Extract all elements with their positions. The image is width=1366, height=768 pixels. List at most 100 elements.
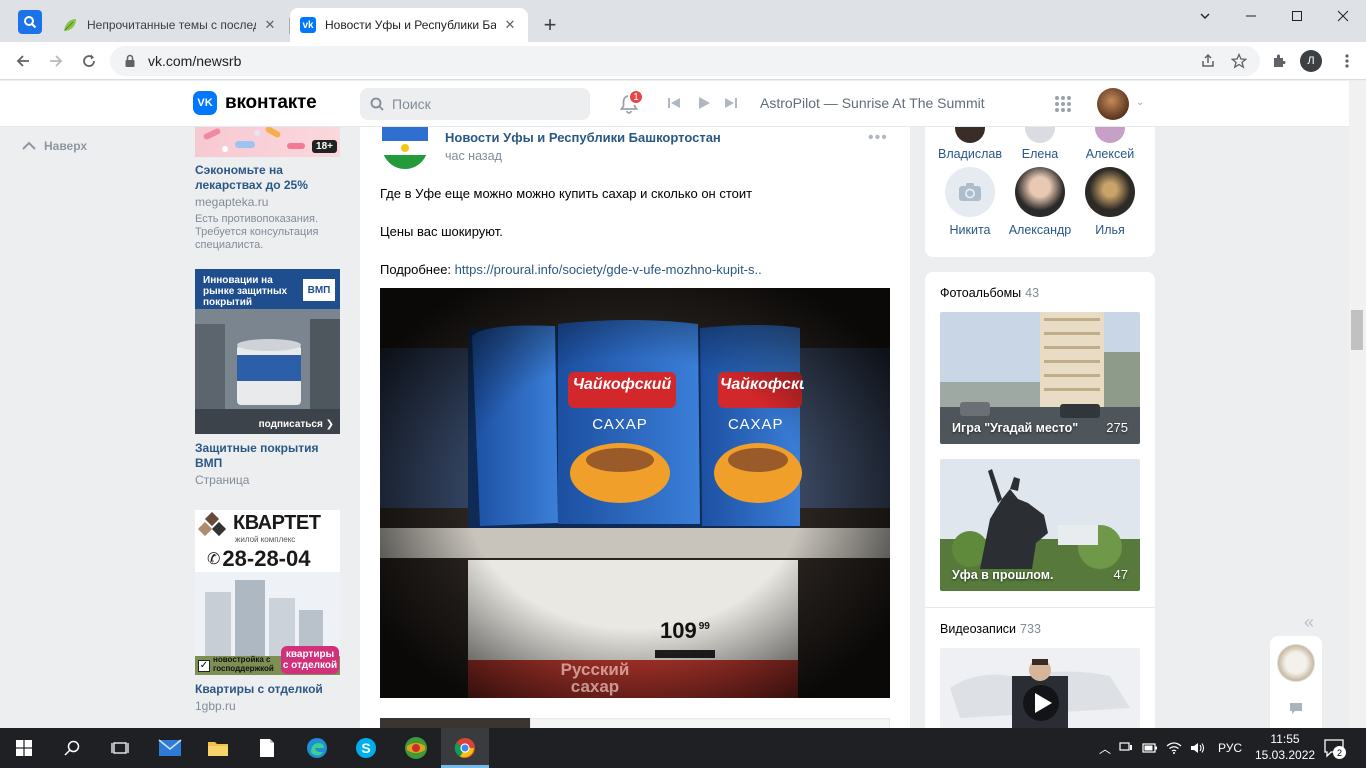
chat-bubble-icon[interactable]: [1287, 699, 1305, 717]
friend-name: Елена: [1021, 147, 1059, 161]
ad-note: новостройка с господдержкой: [213, 655, 274, 673]
friend-item[interactable]: Илья: [1075, 167, 1145, 237]
video-thumbnail[interactable]: [940, 648, 1140, 728]
ad-title[interactable]: Сэкономьте на лекарствах до 25%: [195, 163, 340, 193]
ad-coatings-image[interactable]: Инновации на рынке защитных покрытий ВМП…: [195, 269, 340, 434]
post-link[interactable]: https://proural.info/society/gde-v-ufe-m…: [455, 262, 762, 277]
page-viewport: Наверх 18+ Сэкономьте на лекарствах до 2…: [0, 81, 1366, 728]
back-arrow-icon[interactable]: [10, 48, 36, 74]
browser-window: Непрочитанные темы с последн ✕ vk Новост…: [0, 0, 1366, 728]
album-item[interactable]: Игра "Угадай место" 275: [940, 312, 1140, 444]
friend-item[interactable]: Никита: [935, 167, 1005, 237]
share-icon[interactable]: [1195, 48, 1221, 74]
user-avatar[interactable]: [1097, 88, 1129, 120]
tab-unread-topics[interactable]: Непрочитанные темы с последн ✕: [52, 8, 288, 42]
chevron-up-icon: [22, 141, 36, 150]
chat-avatar[interactable]: [1277, 644, 1315, 682]
now-playing-track[interactable]: AstroPilot — Sunrise At The Summit: [760, 95, 985, 111]
tab-vk-news[interactable]: vk Новости Уфы и Республики Баш ✕: [290, 8, 528, 42]
post-author-link[interactable]: Новости Уфы и Республики Башкортостан: [445, 130, 721, 145]
chevron-down-icon[interactable]: ⌄: [1136, 97, 1144, 108]
minimize-button[interactable]: [1228, 0, 1274, 32]
friend-item[interactable]: Владислав: [935, 127, 1005, 161]
tab-search-icon[interactable]: [18, 10, 42, 34]
chevron-down-icon[interactable]: [1182, 0, 1228, 32]
albums-label: Фотоальбомы: [940, 286, 1022, 300]
page-scrollbar[interactable]: [1349, 81, 1366, 728]
next-attachment-card[interactable]: [530, 718, 890, 728]
album-caption: Игра "Угадай место": [952, 421, 1079, 435]
next-track-icon[interactable]: [724, 96, 738, 110]
tab-strip: Непрочитанные темы с последн ✕ vk Новост…: [0, 0, 1366, 42]
vk-search-input[interactable]: Поиск: [360, 88, 590, 120]
apps-grid-icon[interactable]: [1054, 95, 1072, 113]
ad-badge-line: с отделкой: [282, 660, 338, 671]
mail-icon[interactable]: [146, 728, 194, 768]
play-icon[interactable]: [697, 96, 711, 110]
language-indicator[interactable]: РУС: [1218, 741, 1242, 755]
tab-close-icon[interactable]: ✕: [502, 17, 518, 33]
search-icon: [370, 97, 384, 111]
ad-kvartet-image[interactable]: КВАРТЕТ жилой комплекс ✆ 28-28-04 ✓ новос…: [195, 510, 340, 675]
clock-date: 15.03.2022: [1255, 748, 1316, 762]
chevron-up-icon[interactable]: ︿: [1096, 740, 1114, 757]
extensions-puzzle-icon[interactable]: [1266, 48, 1292, 74]
volume-icon[interactable]: [1186, 742, 1210, 754]
windows-start-icon[interactable]: [0, 728, 48, 768]
menu-kebab-icon[interactable]: [1334, 48, 1360, 74]
community-avatar[interactable]: [382, 127, 428, 169]
forward-arrow-icon[interactable]: [43, 48, 69, 74]
post-more-line: Подробнее: https://proural.info/society/…: [380, 262, 762, 277]
album-item[interactable]: Уфа в прошлом. 47: [940, 459, 1140, 591]
kvartet-logo-icon: [197, 512, 227, 537]
chrome-icon[interactable]: [441, 728, 489, 768]
ad-source: Страница: [195, 473, 250, 487]
scroll-to-top-link[interactable]: Наверх: [22, 139, 87, 153]
maximize-button[interactable]: [1274, 0, 1320, 32]
wifi-icon[interactable]: [1162, 742, 1186, 754]
lock-icon[interactable]: [122, 53, 138, 69]
ad-pills-image[interactable]: 18+: [195, 127, 340, 157]
skype-icon[interactable]: S: [342, 728, 390, 768]
ad-title[interactable]: Защитные покрытия ВМП: [195, 441, 340, 471]
friend-item[interactable]: Елена: [1005, 127, 1075, 161]
post-time[interactable]: час назад: [445, 149, 502, 163]
scrollbar-thumb[interactable]: [1351, 310, 1363, 350]
subscribe-button[interactable]: подписаться ❯: [259, 419, 334, 430]
system-tray: ︿ РУС: [1096, 728, 1242, 768]
notepad-icon[interactable]: [243, 728, 291, 768]
app-ball-icon[interactable]: [392, 728, 440, 768]
action-center-icon[interactable]: 2: [1322, 736, 1346, 760]
search-icon[interactable]: [48, 728, 96, 768]
network-adapter-icon[interactable]: [1114, 742, 1138, 754]
reload-icon[interactable]: [76, 48, 102, 74]
tab-close-icon[interactable]: ✕: [262, 17, 278, 33]
friend-item[interactable]: Алексей: [1075, 127, 1145, 161]
friend-item[interactable]: Александр: [1005, 167, 1075, 237]
profile-avatar[interactable]: Л: [1300, 50, 1322, 72]
collapse-chevrons-icon[interactable]: «: [1304, 612, 1314, 633]
edge-icon[interactable]: [293, 728, 341, 768]
task-view-icon[interactable]: [96, 728, 144, 768]
price-tag: 109 99: [660, 618, 710, 644]
phone-icon: ✆: [207, 551, 221, 568]
post-photo[interactable]: Чайкофский Чайкофский САХАР САХАР 10999 …: [380, 288, 890, 698]
tab-title: Новости Уфы и Республики Баш: [325, 18, 496, 32]
close-window-button[interactable]: [1320, 0, 1366, 32]
ad-title[interactable]: Квартиры с отделкой: [195, 682, 340, 697]
videos-header[interactable]: Видеозаписи 733: [940, 622, 1041, 636]
file-explorer-icon[interactable]: [194, 728, 242, 768]
address-bar[interactable]: vk.com/newsrb: [110, 46, 1260, 76]
albums-header[interactable]: Фотоальбомы 43: [940, 286, 1039, 300]
brand-label: Чайкофский: [572, 376, 672, 393]
battery-icon[interactable]: [1138, 743, 1162, 753]
previous-track-icon[interactable]: [667, 96, 681, 110]
new-tab-button[interactable]: +: [538, 14, 562, 38]
bookmark-star-icon[interactable]: [1226, 48, 1252, 74]
more-options-icon[interactable]: •••: [868, 129, 888, 147]
next-attachment[interactable]: [380, 718, 530, 728]
vk-logo[interactable]: VK вконтакте: [193, 91, 317, 115]
subscribe-label: подписаться: [258, 419, 323, 430]
brand-label: Чайкофский: [720, 376, 804, 393]
taskbar-clock[interactable]: 11:55 15.03.2022: [1255, 731, 1315, 763]
